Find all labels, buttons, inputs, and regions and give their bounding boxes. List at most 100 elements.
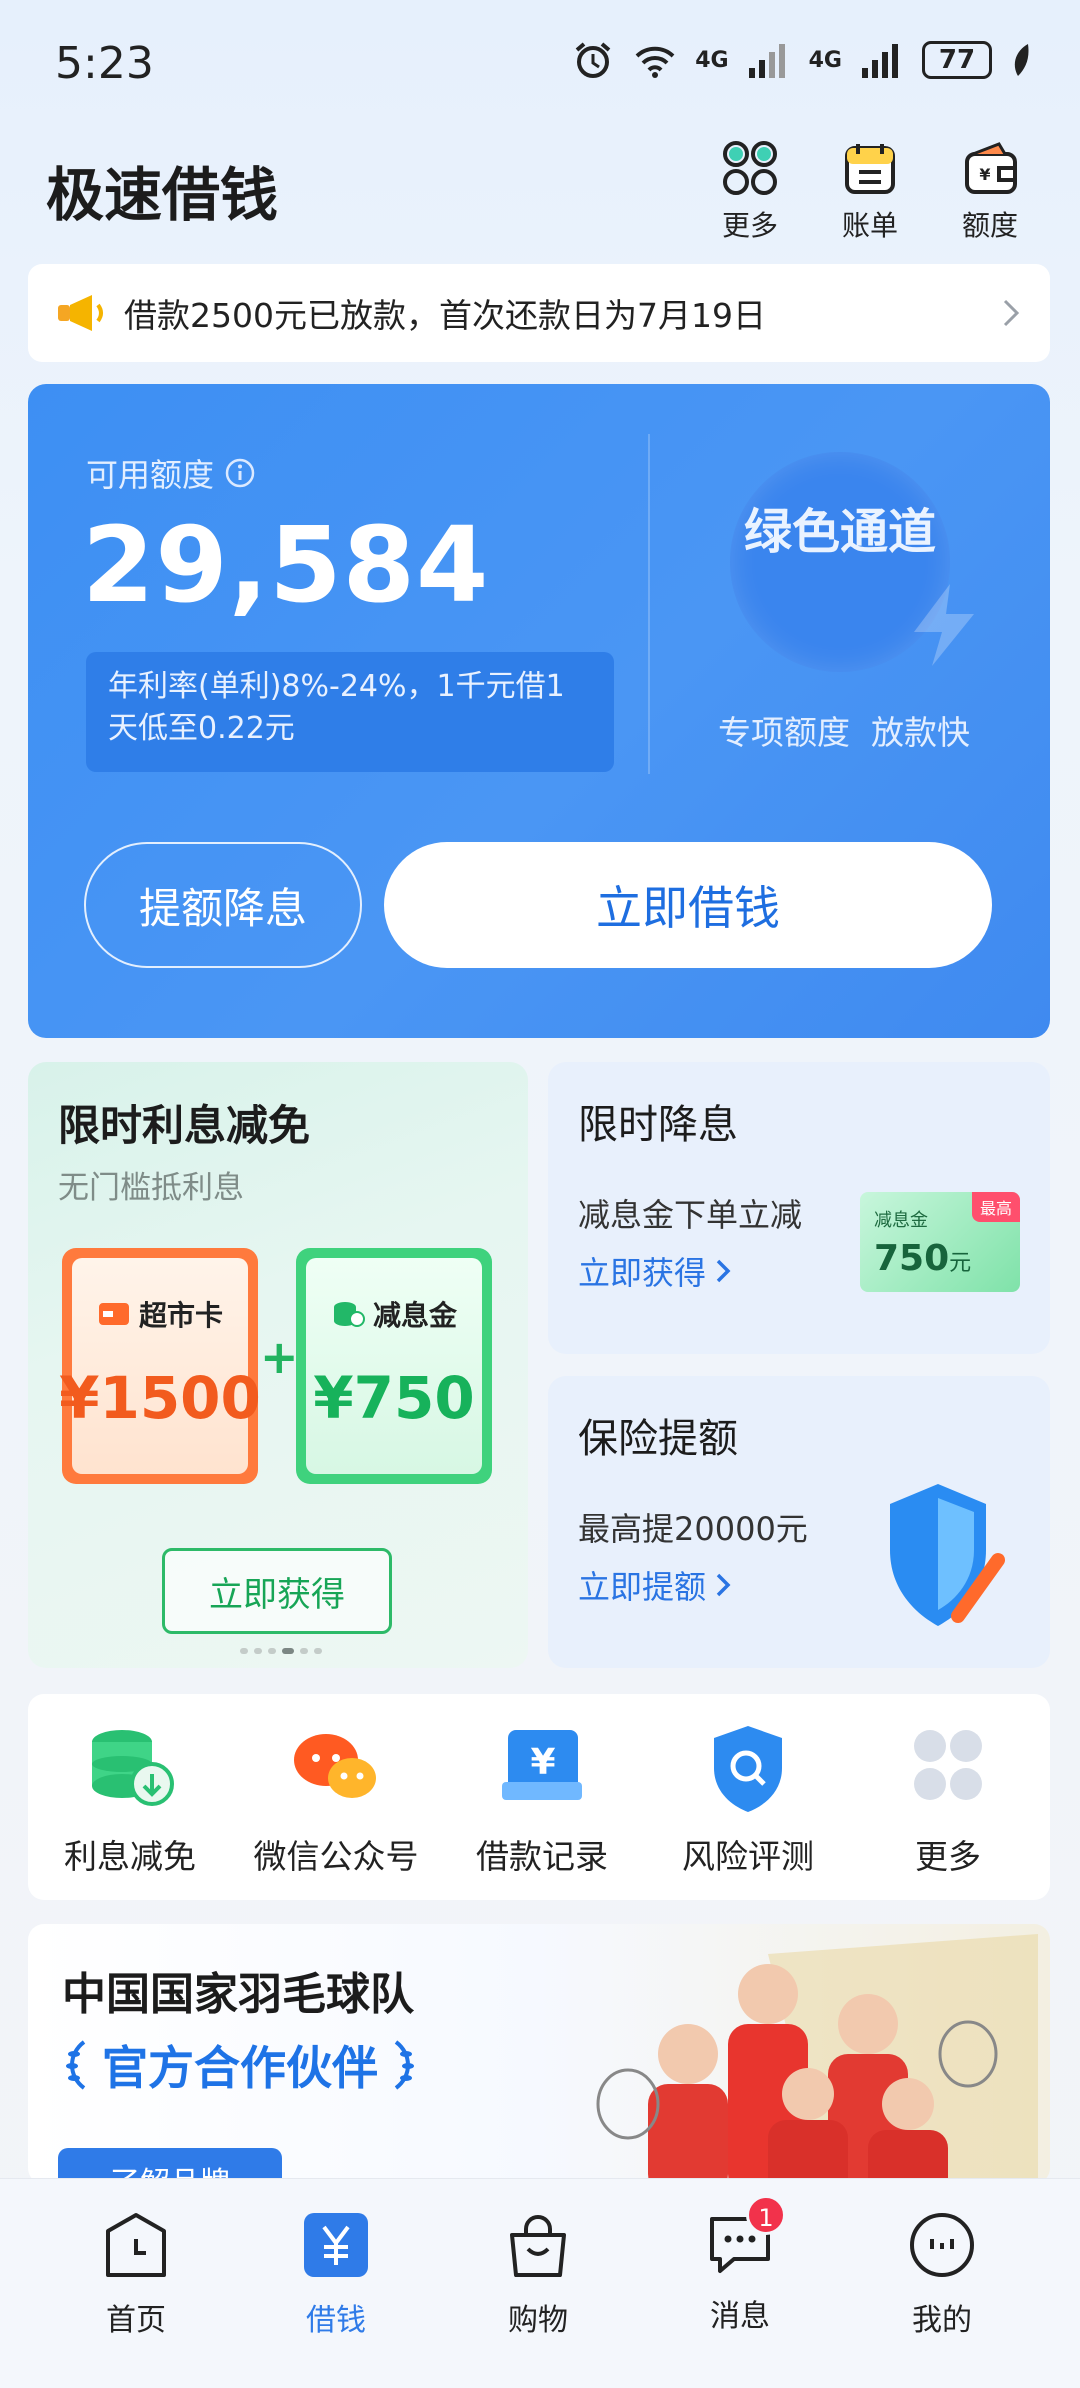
megaphone-icon bbox=[58, 295, 103, 331]
quick-item-label: 风险评测 bbox=[682, 1837, 814, 1876]
yuan-icon bbox=[304, 2213, 368, 2277]
insurance-link[interactable]: 立即提额 bbox=[578, 1562, 732, 1608]
coupon-mini-value: 750元 bbox=[874, 1238, 971, 1279]
header-quota-button[interactable]: ¥ 额度 bbox=[940, 140, 1040, 244]
quick-item-label: 利息减免 bbox=[64, 1837, 196, 1876]
nav-shopping-label: 购物 bbox=[508, 2303, 568, 2338]
svg-text:¥: ¥ bbox=[979, 165, 990, 184]
carousel-dot bbox=[314, 1648, 322, 1654]
borrow-now-button[interactable]: 立即借钱 bbox=[384, 842, 992, 968]
header-more-label: 更多 bbox=[721, 209, 778, 242]
badminton-team-image bbox=[596, 1934, 1038, 2184]
chevron-right-icon bbox=[716, 1573, 731, 1597]
quick-item-label: 更多 bbox=[915, 1837, 981, 1876]
page-title: 极速借钱 bbox=[46, 161, 279, 229]
quick-item-label: 微信公众号 bbox=[253, 1837, 419, 1876]
shield-icon bbox=[890, 1484, 1005, 1626]
divider bbox=[648, 434, 650, 774]
card-icon bbox=[98, 1303, 129, 1325]
plus-sign: + bbox=[260, 1330, 299, 1384]
rate-cut-desc: 减息金下单立减 bbox=[578, 1196, 803, 1234]
wechat-icon bbox=[294, 1734, 376, 1798]
get-now-button[interactable]: 立即获得 bbox=[162, 1548, 392, 1634]
header-bill-button[interactable]: 账单 bbox=[820, 140, 920, 244]
chat-icon-wrap: 1 bbox=[704, 2195, 786, 2281]
available-label: 可用额度 bbox=[86, 456, 215, 494]
quick-item-more[interactable]: 更多 bbox=[848, 1722, 1048, 1878]
nav-profile[interactable]: 我的 bbox=[872, 2209, 1012, 2339]
banner-title: 中国国家羽毛球队 bbox=[62, 1969, 414, 2020]
insurance-link-label: 立即提额 bbox=[578, 1568, 707, 1606]
insurance-title: 保险提额 bbox=[578, 1416, 738, 1462]
promo-title: 限时利息减免 bbox=[58, 1101, 311, 1150]
lightning-icon bbox=[914, 584, 974, 666]
banner-subtitle: 官方合作伙伴 bbox=[102, 2041, 378, 2095]
quick-item-wechat[interactable]: 微信公众号 bbox=[236, 1722, 436, 1878]
rate-description: 年利率(单利)8%-24%，1千元借1天低至0.22元 bbox=[86, 652, 614, 772]
nav-home[interactable]: 首页 bbox=[66, 2209, 206, 2339]
credit-card-panel: 可用额度 29,584 年利率(单利)8%-24%，1千元借1天低至0.22元 … bbox=[28, 384, 1050, 1038]
wallet-icon: ¥ bbox=[965, 142, 1017, 194]
coupon-mini-tag: 最高 bbox=[971, 1192, 1020, 1222]
laurel-right-icon bbox=[394, 2040, 414, 2090]
chevron-right-icon bbox=[716, 1259, 731, 1283]
rate-cut-title: 限时降息 bbox=[578, 1102, 738, 1148]
grid-icon bbox=[914, 1730, 982, 1800]
carousel-dot bbox=[268, 1648, 276, 1654]
leaf-icon bbox=[1014, 44, 1029, 76]
status-icons: 4G 4G 77 bbox=[571, 40, 1032, 80]
nav-profile-label: 我的 bbox=[912, 2303, 972, 2338]
profile-icon bbox=[910, 2213, 974, 2277]
rate-cut-link[interactable]: 立即获得 bbox=[578, 1248, 732, 1294]
rate-cut-link-label: 立即获得 bbox=[578, 1254, 707, 1292]
signal-icon bbox=[862, 44, 898, 78]
insurance-desc: 最高提20000元 bbox=[578, 1510, 808, 1548]
signal-label-2: 4G bbox=[808, 47, 842, 73]
nav-messages-label: 消息 bbox=[710, 2299, 770, 2334]
signal-label-1: 4G bbox=[695, 47, 729, 73]
coupon-mini-unit: 元 bbox=[949, 1251, 972, 1276]
clock-icon bbox=[106, 2213, 166, 2277]
quick-item-interest-relief[interactable]: 利息减免 bbox=[30, 1722, 230, 1878]
loan-notice-bar[interactable]: 借款2500元已放款，首次还款日为7月19日 bbox=[28, 264, 1050, 362]
carousel-dots bbox=[240, 1648, 322, 1654]
wifi-icon bbox=[635, 46, 675, 78]
coupon-mini-label: 减息金 bbox=[874, 1210, 928, 1231]
special-quota-text: 专项额度 放款快 bbox=[718, 713, 970, 752]
nav-borrow-label: 借钱 bbox=[306, 2303, 366, 2338]
signal-icon bbox=[748, 44, 785, 78]
info-icon[interactable] bbox=[224, 457, 256, 489]
nav-borrow[interactable]: 借钱 bbox=[266, 2209, 406, 2339]
svg-text:¥: ¥ bbox=[530, 1742, 555, 1783]
header-bill-label: 账单 bbox=[841, 209, 898, 242]
header-more-button[interactable]: 更多 bbox=[700, 140, 800, 244]
available-amount: 29,584 bbox=[82, 504, 490, 626]
quick-item-loan-record[interactable]: ¥ 借款记录 bbox=[442, 1722, 642, 1878]
coins-icon bbox=[333, 1302, 365, 1327]
insurance-promo[interactable]: 保险提额 最高提20000元 立即提额 bbox=[548, 1376, 1050, 1668]
message-badge: 1 bbox=[746, 2195, 786, 2235]
chevron-right-icon bbox=[1003, 299, 1020, 327]
interest-free-promo[interactable]: 限时利息减免 无门槛抵利息 超市卡 ¥1500 + 减息金 ¥750 立即获得 bbox=[28, 1062, 528, 1668]
quick-item-label: 借款记录 bbox=[476, 1837, 608, 1876]
nav-messages[interactable]: 1 消息 bbox=[670, 2195, 810, 2335]
discount-coupon-image: 减息金 最高 750元 bbox=[860, 1192, 1020, 1292]
bill-icon bbox=[845, 144, 895, 194]
battery-indicator: 77 bbox=[922, 41, 992, 79]
carousel-dot-active bbox=[282, 1648, 294, 1654]
rate-cut-promo[interactable]: 限时降息 减息金下单立减 立即获得 减息金 最高 750元 bbox=[548, 1062, 1050, 1354]
promo-subtitle: 无门槛抵利息 bbox=[58, 1170, 244, 1206]
bottom-navigation: 首页 借钱 购物 1 消息 我的 bbox=[0, 2178, 1080, 2388]
nav-home-label: 首页 bbox=[106, 2303, 166, 2338]
grid-icon bbox=[723, 141, 777, 195]
interest-discount-coupon: 减息金 ¥750 bbox=[296, 1248, 492, 1484]
raise-limit-button[interactable]: 提额降息 bbox=[84, 842, 362, 968]
badminton-partner-banner[interactable]: 中国国家羽毛球队 官方合作伙伴 了解品牌 bbox=[28, 1924, 1050, 2184]
nav-shopping[interactable]: 购物 bbox=[468, 2209, 608, 2339]
shield-search-icon bbox=[714, 1726, 782, 1812]
record-icon: ¥ bbox=[502, 1730, 582, 1800]
quick-item-risk-assessment[interactable]: 风险评测 bbox=[648, 1722, 848, 1878]
coupon-value: ¥750 bbox=[313, 1364, 475, 1432]
supermarket-card-coupon: 超市卡 ¥1500 bbox=[59, 1248, 261, 1484]
carousel-dot bbox=[254, 1648, 262, 1654]
